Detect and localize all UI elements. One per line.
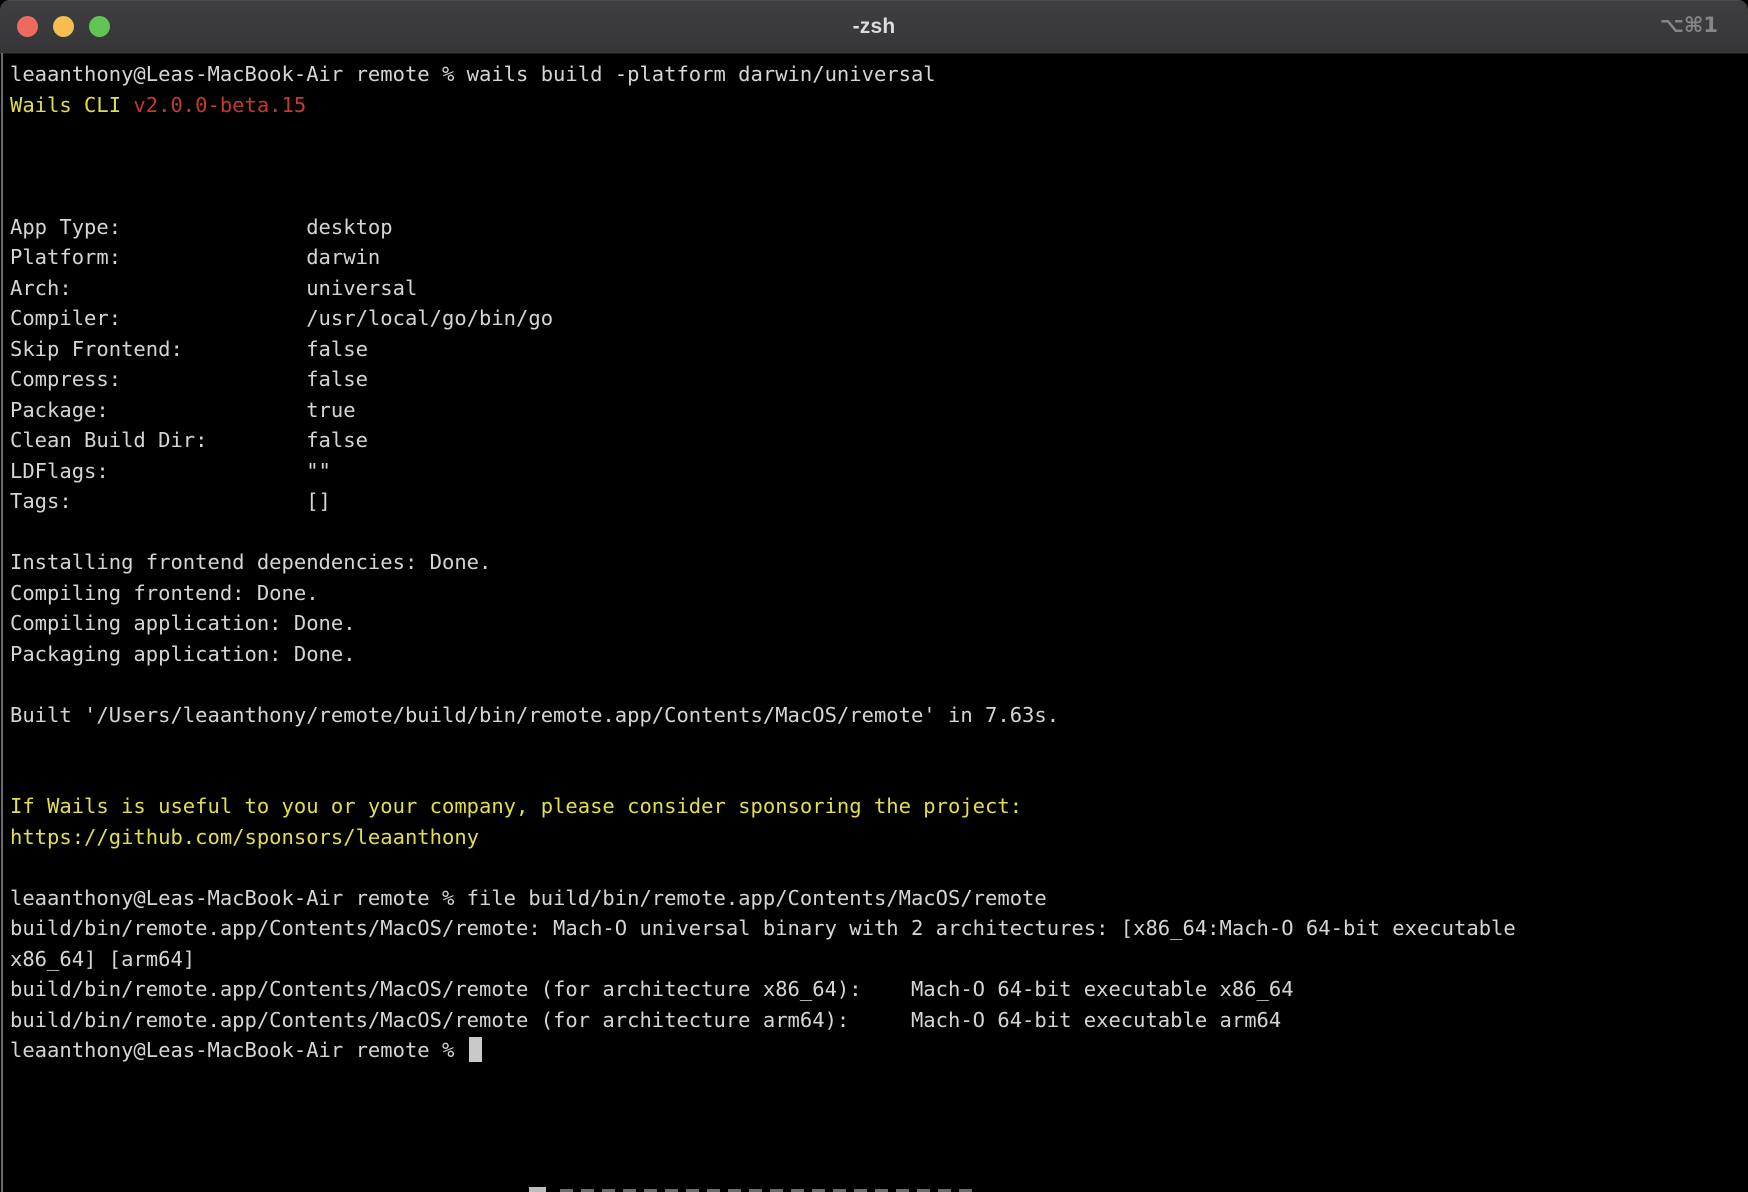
terminal-text-segment: Package: true bbox=[10, 398, 356, 422]
terminal-text-segment: build/bin/remote.app/Contents/MacOS/remo… bbox=[10, 977, 1294, 1001]
terminal-line bbox=[10, 852, 1740, 883]
title-bar[interactable]: -zsh ⌥⌘1 bbox=[0, 0, 1748, 54]
clipped-text-remnant bbox=[529, 1187, 546, 1192]
terminal-line: https://github.com/sponsors/leaanthony bbox=[10, 822, 1740, 853]
terminal-text-segment: build/bin/remote.app/Contents/MacOS/remo… bbox=[10, 1008, 1281, 1032]
terminal-cursor bbox=[469, 1037, 482, 1062]
terminal-line bbox=[10, 151, 1740, 182]
terminal-line: Compiling application: Done. bbox=[10, 608, 1740, 639]
terminal-line: LDFlags: "" bbox=[10, 456, 1740, 487]
terminal-line: Compiling frontend: Done. bbox=[10, 578, 1740, 609]
terminal-text-segment: Compiling frontend: Done. bbox=[10, 581, 319, 605]
terminal-line: App Type: desktop bbox=[10, 212, 1740, 243]
terminal-text-segment: x86_64] [arm64] bbox=[10, 947, 195, 971]
terminal-text-segment: Tags: [] bbox=[10, 489, 331, 513]
terminal-line: leaanthony@Leas-MacBook-Air remote % fil… bbox=[10, 883, 1740, 914]
zoom-button[interactable] bbox=[89, 16, 110, 37]
terminal-line: Package: true bbox=[10, 395, 1740, 426]
terminal-text-segment: Packaging application: Done. bbox=[10, 642, 356, 666]
terminal-text-segment: If Wails is useful to you or your compan… bbox=[10, 794, 1022, 818]
terminal-text-segment: Compress: false bbox=[10, 367, 368, 391]
terminal-line: x86_64] [arm64] bbox=[10, 944, 1740, 975]
terminal-line: Built '/Users/leaanthony/remote/build/bi… bbox=[10, 700, 1740, 731]
terminal-line: Tags: [] bbox=[10, 486, 1740, 517]
terminal-text-segment: https://github.com/sponsors/leaanthony bbox=[10, 825, 479, 849]
terminal-line bbox=[10, 181, 1740, 212]
terminal-text-segment: leaanthony@Leas-MacBook-Air remote % wai… bbox=[10, 62, 936, 86]
terminal-text-segment: Clean Build Dir: false bbox=[10, 428, 368, 452]
terminal-line: Packaging application: Done. bbox=[10, 639, 1740, 670]
terminal-text-segment: leaanthony@Leas-MacBook-Air remote % bbox=[10, 1038, 467, 1062]
terminal-line bbox=[10, 761, 1740, 792]
window-title: -zsh bbox=[853, 15, 896, 39]
terminal-output[interactable]: leaanthony@Leas-MacBook-Air remote % wai… bbox=[0, 54, 1748, 1192]
terminal-text-segment: v2.0.0-beta.15 bbox=[133, 93, 306, 117]
terminal-text-segment: Built '/Users/leaanthony/remote/build/bi… bbox=[10, 703, 1059, 727]
terminal-line: Compiler: /usr/local/go/bin/go bbox=[10, 303, 1740, 334]
window-shortcut-badge: ⌥⌘1 bbox=[1660, 13, 1718, 37]
terminal-text-segment: Wails CLI bbox=[10, 93, 133, 117]
minimize-button[interactable] bbox=[53, 16, 74, 37]
terminal-text-segment: Compiler: /usr/local/go/bin/go bbox=[10, 306, 553, 330]
terminal-line: build/bin/remote.app/Contents/MacOS/remo… bbox=[10, 913, 1740, 944]
terminal-line: Platform: darwin bbox=[10, 242, 1740, 273]
terminal-line: leaanthony@Leas-MacBook-Air remote % wai… bbox=[10, 59, 1740, 90]
terminal-text-segment: Arch: universal bbox=[10, 276, 417, 300]
terminal-line: Skip Frontend: false bbox=[10, 334, 1740, 365]
terminal-text-segment: App Type: desktop bbox=[10, 215, 393, 239]
close-button[interactable] bbox=[17, 16, 38, 37]
terminal-text-segment: Platform: darwin bbox=[10, 245, 380, 269]
terminal-line bbox=[10, 669, 1740, 700]
terminal-line: build/bin/remote.app/Contents/MacOS/remo… bbox=[10, 974, 1740, 1005]
terminal-line: build/bin/remote.app/Contents/MacOS/remo… bbox=[10, 1005, 1740, 1036]
terminal-window: -zsh ⌥⌘1 leaanthony@Leas-MacBook-Air rem… bbox=[0, 0, 1748, 1192]
terminal-line bbox=[10, 517, 1740, 548]
terminal-line: Clean Build Dir: false bbox=[10, 425, 1740, 456]
window-left-edge bbox=[1, 53, 3, 1192]
terminal-line: Wails CLI v2.0.0-beta.15 bbox=[10, 90, 1740, 121]
terminal-line: leaanthony@Leas-MacBook-Air remote % bbox=[10, 1035, 1740, 1066]
traffic-lights bbox=[17, 16, 110, 37]
terminal-text-segment: Installing frontend dependencies: Done. bbox=[10, 550, 491, 574]
terminal-line: Compress: false bbox=[10, 364, 1740, 395]
terminal-line: Installing frontend dependencies: Done. bbox=[10, 547, 1740, 578]
terminal-line bbox=[10, 120, 1740, 151]
terminal-line bbox=[10, 730, 1740, 761]
terminal-line: Arch: universal bbox=[10, 273, 1740, 304]
terminal-text-segment: LDFlags: "" bbox=[10, 459, 331, 483]
terminal-text-segment: Compiling application: Done. bbox=[10, 611, 356, 635]
terminal-line: If Wails is useful to you or your compan… bbox=[10, 791, 1740, 822]
terminal-text-segment: Skip Frontend: false bbox=[10, 337, 368, 361]
terminal-text-segment: build/bin/remote.app/Contents/MacOS/remo… bbox=[10, 916, 1516, 940]
terminal-text-segment: leaanthony@Leas-MacBook-Air remote % fil… bbox=[10, 886, 1047, 910]
